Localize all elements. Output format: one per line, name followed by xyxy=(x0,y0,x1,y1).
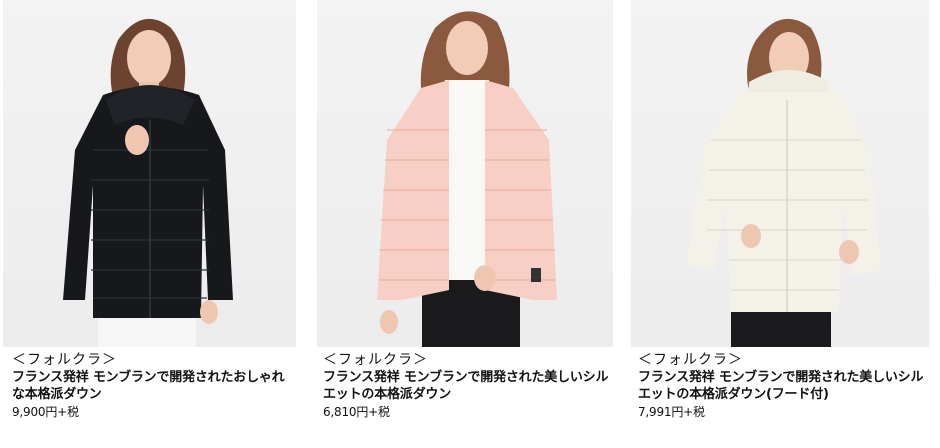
product-brand: ＜フォルクラ＞ xyxy=(638,352,743,368)
product-caption: ＜フォルクラ＞ フランス発祥 モンブランで開発された美しいシルエットの本格派ダウ… xyxy=(323,352,613,421)
product-card-pink[interactable]: ＜フォルクラ＞ フランス発祥 モンブランで開発された美しいシルエットの本格派ダウ… xyxy=(317,0,613,421)
black-jacket-photo xyxy=(63,18,233,347)
product-image-ivory-jacket[interactable] xyxy=(631,0,929,347)
product-card-ivory[interactable]: ＜フォルクラ＞ フランス発祥 モンブランで開発された美しいシルエットの本格派ダウ… xyxy=(631,0,929,421)
product-card-black[interactable]: ＜フォルクラ＞ フランス発祥 モンブランで開発されたおしゃれな本格派ダウン 9,… xyxy=(3,0,296,421)
product-brand: ＜フォルクラ＞ xyxy=(12,352,117,368)
product-price: 6,810円+税 xyxy=(323,405,390,419)
product-description[interactable]: フランス発祥 モンブランで開発されたおしゃれな本格派ダウン xyxy=(12,369,296,403)
ivory-jacket-photo xyxy=(687,18,881,347)
product-description[interactable]: フランス発祥 モンブランで開発された美しいシルエットの本格派ダウン xyxy=(323,369,613,403)
product-image-black-jacket[interactable] xyxy=(3,0,296,347)
product-description[interactable]: フランス発祥 モンブランで開発された美しいシルエットの本格派ダウン(フード付) xyxy=(638,369,929,403)
product-price: 9,900円+税 xyxy=(12,405,79,419)
pink-jacket-photo xyxy=(377,11,557,347)
product-caption: ＜フォルクラ＞ フランス発祥 モンブランで開発されたおしゃれな本格派ダウン 9,… xyxy=(12,352,296,421)
product-grid: ＜フォルクラ＞ フランス発祥 モンブランで開発されたおしゃれな本格派ダウン 9,… xyxy=(0,0,940,448)
product-brand: ＜フォルクラ＞ xyxy=(323,352,428,368)
product-caption: ＜フォルクラ＞ フランス発祥 モンブランで開発された美しいシルエットの本格派ダウ… xyxy=(638,352,929,421)
product-image-pink-jacket[interactable] xyxy=(317,0,613,347)
product-price: 7,991円+税 xyxy=(638,405,705,419)
